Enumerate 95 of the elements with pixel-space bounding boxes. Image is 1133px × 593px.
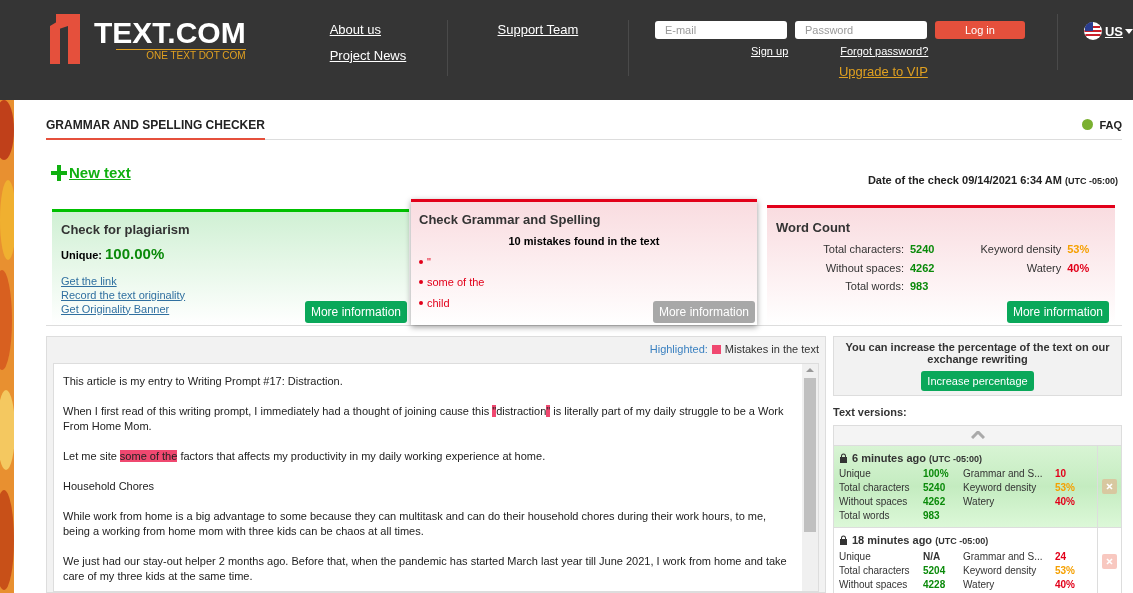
nav-link[interactable]: Support Team [497,20,579,40]
bullet-icon [419,300,423,305]
version-value: 100% [923,467,950,481]
version-value: 4262 [923,495,947,509]
version-label: Keyword density [963,481,1038,495]
stat-label: Total characters: [822,242,904,257]
legend-swatch [711,345,721,354]
version-label: Watery [963,577,996,592]
email-field[interactable]: E-mail [654,21,787,39]
close-icon [1106,558,1113,566]
version-item[interactable]: 6 minutes ago (UTC -05:00) Unique 100% Grammar and S... 10 Total characters 5240 Keyword density 53% Without spaces 4262 Watery 40% Total words 983 [834,445,1121,528]
increase-percentage-button[interactable]: Increase percentage [921,370,1034,391]
stat-value: 40% [1067,260,1090,276]
stat-value: 983 [910,279,930,294]
card-title: Check for plagiarism [61,220,191,239]
upgrade-link[interactable]: Upgrade to VIP [838,61,928,81]
new-text-link[interactable]: New text [51,162,131,185]
version-value: 10 [1055,467,1068,481]
lock-icon [839,452,848,463]
stat-label: Keyword density [980,242,1062,257]
legend-label: Mistakes in the text [724,342,819,358]
sign-up-link[interactable]: Sign up [750,43,789,60]
stat-value: 53% [1067,242,1090,257]
version-label: Unique [839,467,872,481]
delete-version-button[interactable] [1102,478,1117,494]
version-value: N/A [923,549,942,564]
bullet-icon [419,280,423,285]
version-value: 5240 [923,481,947,495]
stat-value: 4262 [910,260,935,276]
version-value: 5204 [923,563,947,578]
version-value: 53% [1055,563,1076,578]
version-label: Total words [839,509,891,523]
nav-link[interactable]: Project News [329,45,407,65]
card-title: Check Grammar and Spelling [419,210,602,229]
card-link[interactable]: Get the link [61,273,117,288]
version-value: 53% [1055,481,1076,495]
forgot-password-link[interactable]: Forgot password? [840,43,929,60]
logo-wordmark: TEXT.COM [94,16,246,49]
version-label: Unique [839,549,872,564]
version-time: 6 minutes ago (UTC -05:00) [852,450,983,466]
version-label: Total characters [839,563,911,578]
version-value: 24 [1055,549,1068,564]
lock-icon [839,535,848,546]
version-label: Total characters [839,481,911,495]
help-icon [1082,119,1094,131]
card-link[interactable]: Record the text originality [61,287,186,302]
version-label: Without spaces [839,577,909,592]
version-label: Without spaces [839,495,909,509]
logo-tagline: ONE TEXT DOT COM [116,48,246,62]
text-paragraph: This article is my entry to Writing Prompt #17: Distraction. [63,373,344,389]
text-paragraph: While work from home is a big advantage to some because they can multitask and can do their household chores during their work hours, to me, being a working from home mom with three kids can be chaos at all times. [63,508,768,539]
page-title: GRAMMAR AND SPELLING CHECKER [46,116,265,140]
mistake-item: child [427,295,450,311]
mistake-item: some of the [427,275,485,290]
promo-text: You can increase the percentage of the text on our exchange rewriting [844,340,1111,365]
version-label: Grammar and S... [963,549,1044,564]
caret-icon [1125,29,1133,35]
stat-label: Total words: [844,279,904,294]
stat-value: 5240 [910,242,935,257]
scrollbar[interactable] [802,363,818,591]
delete-version-button[interactable] [1102,554,1117,570]
login-button[interactable]: Log in [934,21,1025,39]
mistake-item: " [427,254,431,270]
mistake-summary: 10 mistakes found in the text [507,234,661,249]
more-information-button[interactable]: More information [1006,300,1109,323]
more-information-button[interactable]: More information [304,300,407,323]
faq-link[interactable]: FAQ [1099,116,1122,133]
versions-title: Text versions: [833,405,908,420]
version-time: 18 minutes ago (UTC -05:00) [852,533,989,548]
text-paragraph: Let me site some of the factors that affects my productivity in my daily working experience at home. [63,448,547,464]
scroll-up-button[interactable] [834,425,1121,446]
unique-score: Unique: 100.00% [61,244,166,264]
highlight-label: Highlighted: [649,342,708,358]
nav-link[interactable]: About us [329,20,381,40]
text-paragraph: We just had our stay-out helper 2 months ago. Before that, when the pandemic has started March last year till June 2021, I work from home and take care of my three kids at the same time. [63,553,788,584]
plus-icon [51,165,67,182]
version-value: 40% [1055,577,1076,592]
card-link[interactable]: Get Originality Banner [61,301,170,316]
language-selector[interactable]: US [1104,22,1133,42]
version-value: 983 [923,509,941,523]
version-label: Watery [963,495,996,509]
bullet-icon [419,259,423,264]
chevron-up-icon [970,431,985,439]
flag-icon [1083,22,1102,40]
stat-label: Watery [1025,260,1062,276]
password-field[interactable]: Password [794,21,927,39]
card-title: Word Count [776,218,852,237]
check-date: Date of the check 09/14/2021 6:34 AM (UTC -05:00) [867,173,1118,188]
version-label: Keyword density [963,563,1038,578]
version-label: Grammar and S... [963,467,1044,481]
text-paragraph: Household Chores [63,478,156,494]
version-value: 4228 [923,577,947,592]
stat-label: Without spaces: [824,260,904,276]
version-value: 40% [1055,495,1076,509]
close-icon [1106,482,1113,490]
